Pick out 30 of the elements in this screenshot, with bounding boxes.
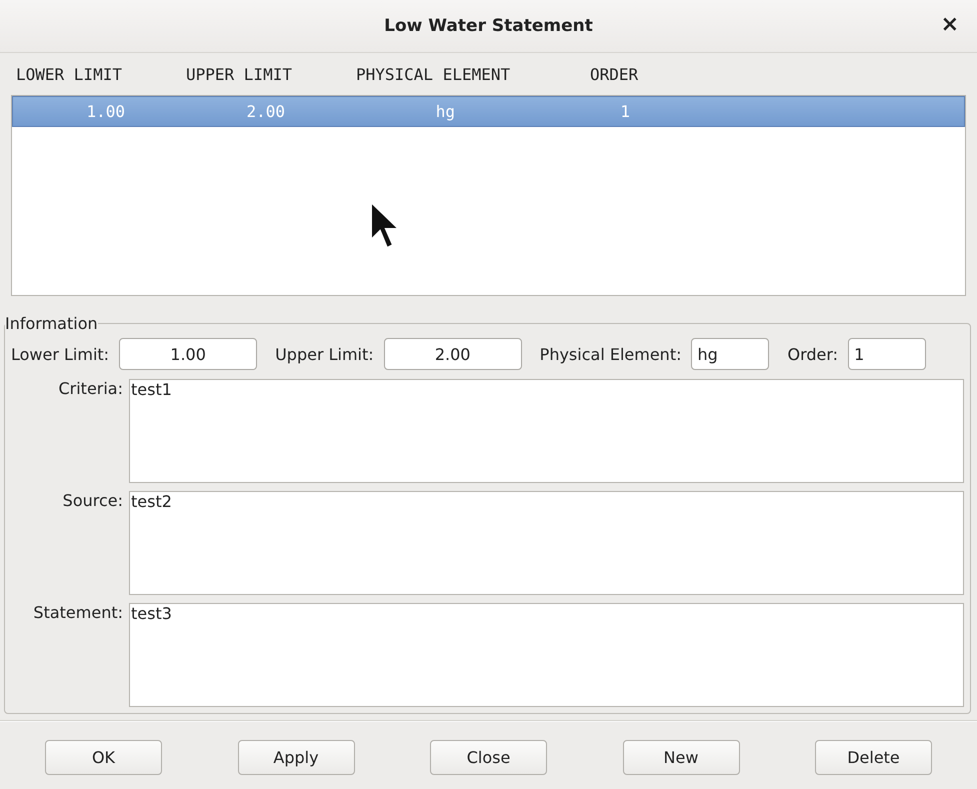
field-label: Statement: <box>32 603 124 624</box>
close-button[interactable]: × <box>936 14 963 36</box>
dialog-button[interactable]: New <box>622 740 740 775</box>
group-title: Information <box>5 314 98 333</box>
input-field[interactable]: 1.00 <box>119 338 258 370</box>
text-area[interactable]: test3 <box>129 603 964 707</box>
input-field[interactable]: 2.00 <box>384 338 522 370</box>
column-header[interactable]: UPPER LIMIT <box>186 64 356 84</box>
field-label: Lower Limit: <box>11 344 110 364</box>
column-header[interactable]: LOWER LIMIT <box>16 64 186 84</box>
column-header[interactable]: ORDER <box>590 64 638 84</box>
field-label: Criteria: <box>57 379 124 400</box>
field-label: Upper Limit: <box>275 344 374 364</box>
dialog-button[interactable]: Close <box>430 740 547 775</box>
field-label: Order: <box>787 344 838 364</box>
table-cell-text: 2.00 <box>245 102 285 121</box>
field-label: Physical Element: <box>540 344 682 364</box>
field-label: Source: <box>62 491 124 512</box>
text-area[interactable]: test2 <box>129 491 964 595</box>
dialog-button[interactable]: Apply <box>238 740 354 775</box>
dialog-button[interactable]: Delete <box>815 740 932 775</box>
table-cell-text: 1.00 <box>85 102 125 121</box>
table-cell-text: hg <box>434 102 455 121</box>
text-area[interactable]: test1 <box>129 379 964 483</box>
window-title: Low Water Statement <box>384 16 593 36</box>
column-header[interactable]: PHYSICAL ELEMENT <box>356 64 590 84</box>
dialog-button[interactable]: OK <box>45 740 162 775</box>
input-field[interactable]: hg <box>691 338 770 370</box>
table-cell-text: 1 <box>619 102 630 121</box>
input-field[interactable]: 1 <box>848 338 926 370</box>
